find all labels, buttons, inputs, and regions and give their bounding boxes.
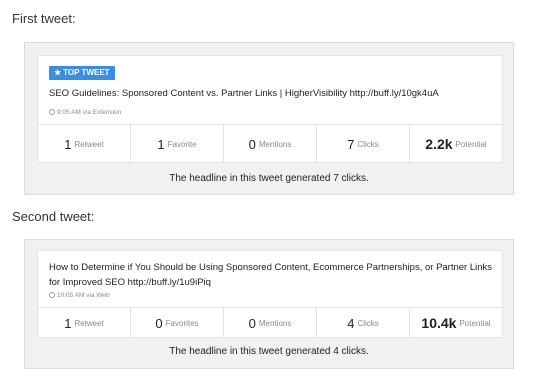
- stat-mentions: 0 Mentions: [224, 125, 317, 163]
- tweet-text[interactable]: SEO Guidelines: Sponsored Content vs. Pa…: [49, 86, 499, 101]
- stat-label: Potential: [459, 318, 491, 328]
- stat-potential: 2.2k Potential: [410, 125, 502, 163]
- stat-value: 10.4k: [421, 315, 457, 331]
- tweet-timestamp: 10:05 AM via Web: [57, 292, 110, 299]
- stat-label: Potential: [455, 139, 487, 149]
- stat-clicks: 7 Clicks: [317, 125, 410, 163]
- stat-value: 7: [347, 136, 355, 152]
- badge-label: TOP TWEET: [63, 68, 110, 77]
- stat-label: Mentions: [258, 139, 292, 149]
- stat-mentions: 0 Mentions: [224, 308, 317, 338]
- tweet-text[interactable]: How to Determine if You Should be Using …: [49, 260, 499, 290]
- top-tweet-badge: ★ TOP TWEET: [49, 66, 115, 80]
- stat-value: 0: [155, 315, 163, 331]
- section-label-second-tweet: Second tweet:: [12, 209, 95, 224]
- stat-retweets: 1 Retweet: [38, 308, 131, 338]
- clock-icon: [49, 109, 55, 115]
- clock-icon: [49, 292, 55, 298]
- tweet-stats: 1 Retweet 0 Favorites 0 Mentions 4 Clicks 10…: [38, 307, 502, 338]
- tweet-figure: How to Determine if You Should be Using …: [24, 239, 514, 369]
- tweet-meta: 9:05 AM via Extension: [49, 109, 121, 116]
- tweet-figure: ★ TOP TWEET SEO Guidelines: Sponsored Con…: [24, 42, 514, 195]
- stat-value: 2.2k: [425, 136, 453, 152]
- tweet-card: ★ TOP TWEET SEO Guidelines: Sponsored Con…: [37, 55, 503, 163]
- tweet-meta: 10:05 AM via Web: [49, 292, 110, 299]
- stat-label: Favorites: [165, 318, 199, 328]
- stat-label: Clicks: [357, 318, 379, 328]
- stat-favorites: 1 Favorite: [131, 125, 224, 163]
- stat-label: Retweet: [74, 318, 104, 328]
- stat-value: 1: [157, 136, 165, 152]
- stat-value: 1: [64, 136, 72, 152]
- figure-caption: The headline in this tweet generated 7 c…: [169, 173, 369, 184]
- stat-value: 0: [248, 315, 256, 331]
- tweet-timestamp: 9:05 AM via Extension: [57, 109, 122, 116]
- tweet-card: How to Determine if You Should be Using …: [37, 250, 503, 338]
- stat-potential: 10.4k Potential: [410, 308, 502, 338]
- stat-label: Favorite: [167, 139, 197, 149]
- stat-favorites: 0 Favorites: [131, 308, 224, 338]
- stat-retweets: 1 Retweet: [38, 125, 131, 163]
- stat-label: Mentions: [258, 318, 292, 328]
- star-icon: ★: [54, 68, 62, 77]
- stat-value: 1: [64, 315, 72, 331]
- stat-label: Clicks: [357, 139, 379, 149]
- section-label-first-tweet: First tweet:: [12, 11, 76, 26]
- stat-value: 0: [248, 136, 256, 152]
- stat-clicks: 4 Clicks: [317, 308, 410, 338]
- tweet-stats: 1 Retweet 1 Favorite 0 Mentions 7 Clicks 2.2…: [38, 124, 502, 163]
- stat-value: 4: [347, 315, 355, 331]
- stat-label: Retweet: [74, 139, 104, 149]
- figure-caption: The headline in this tweet generated 4 c…: [169, 346, 369, 357]
